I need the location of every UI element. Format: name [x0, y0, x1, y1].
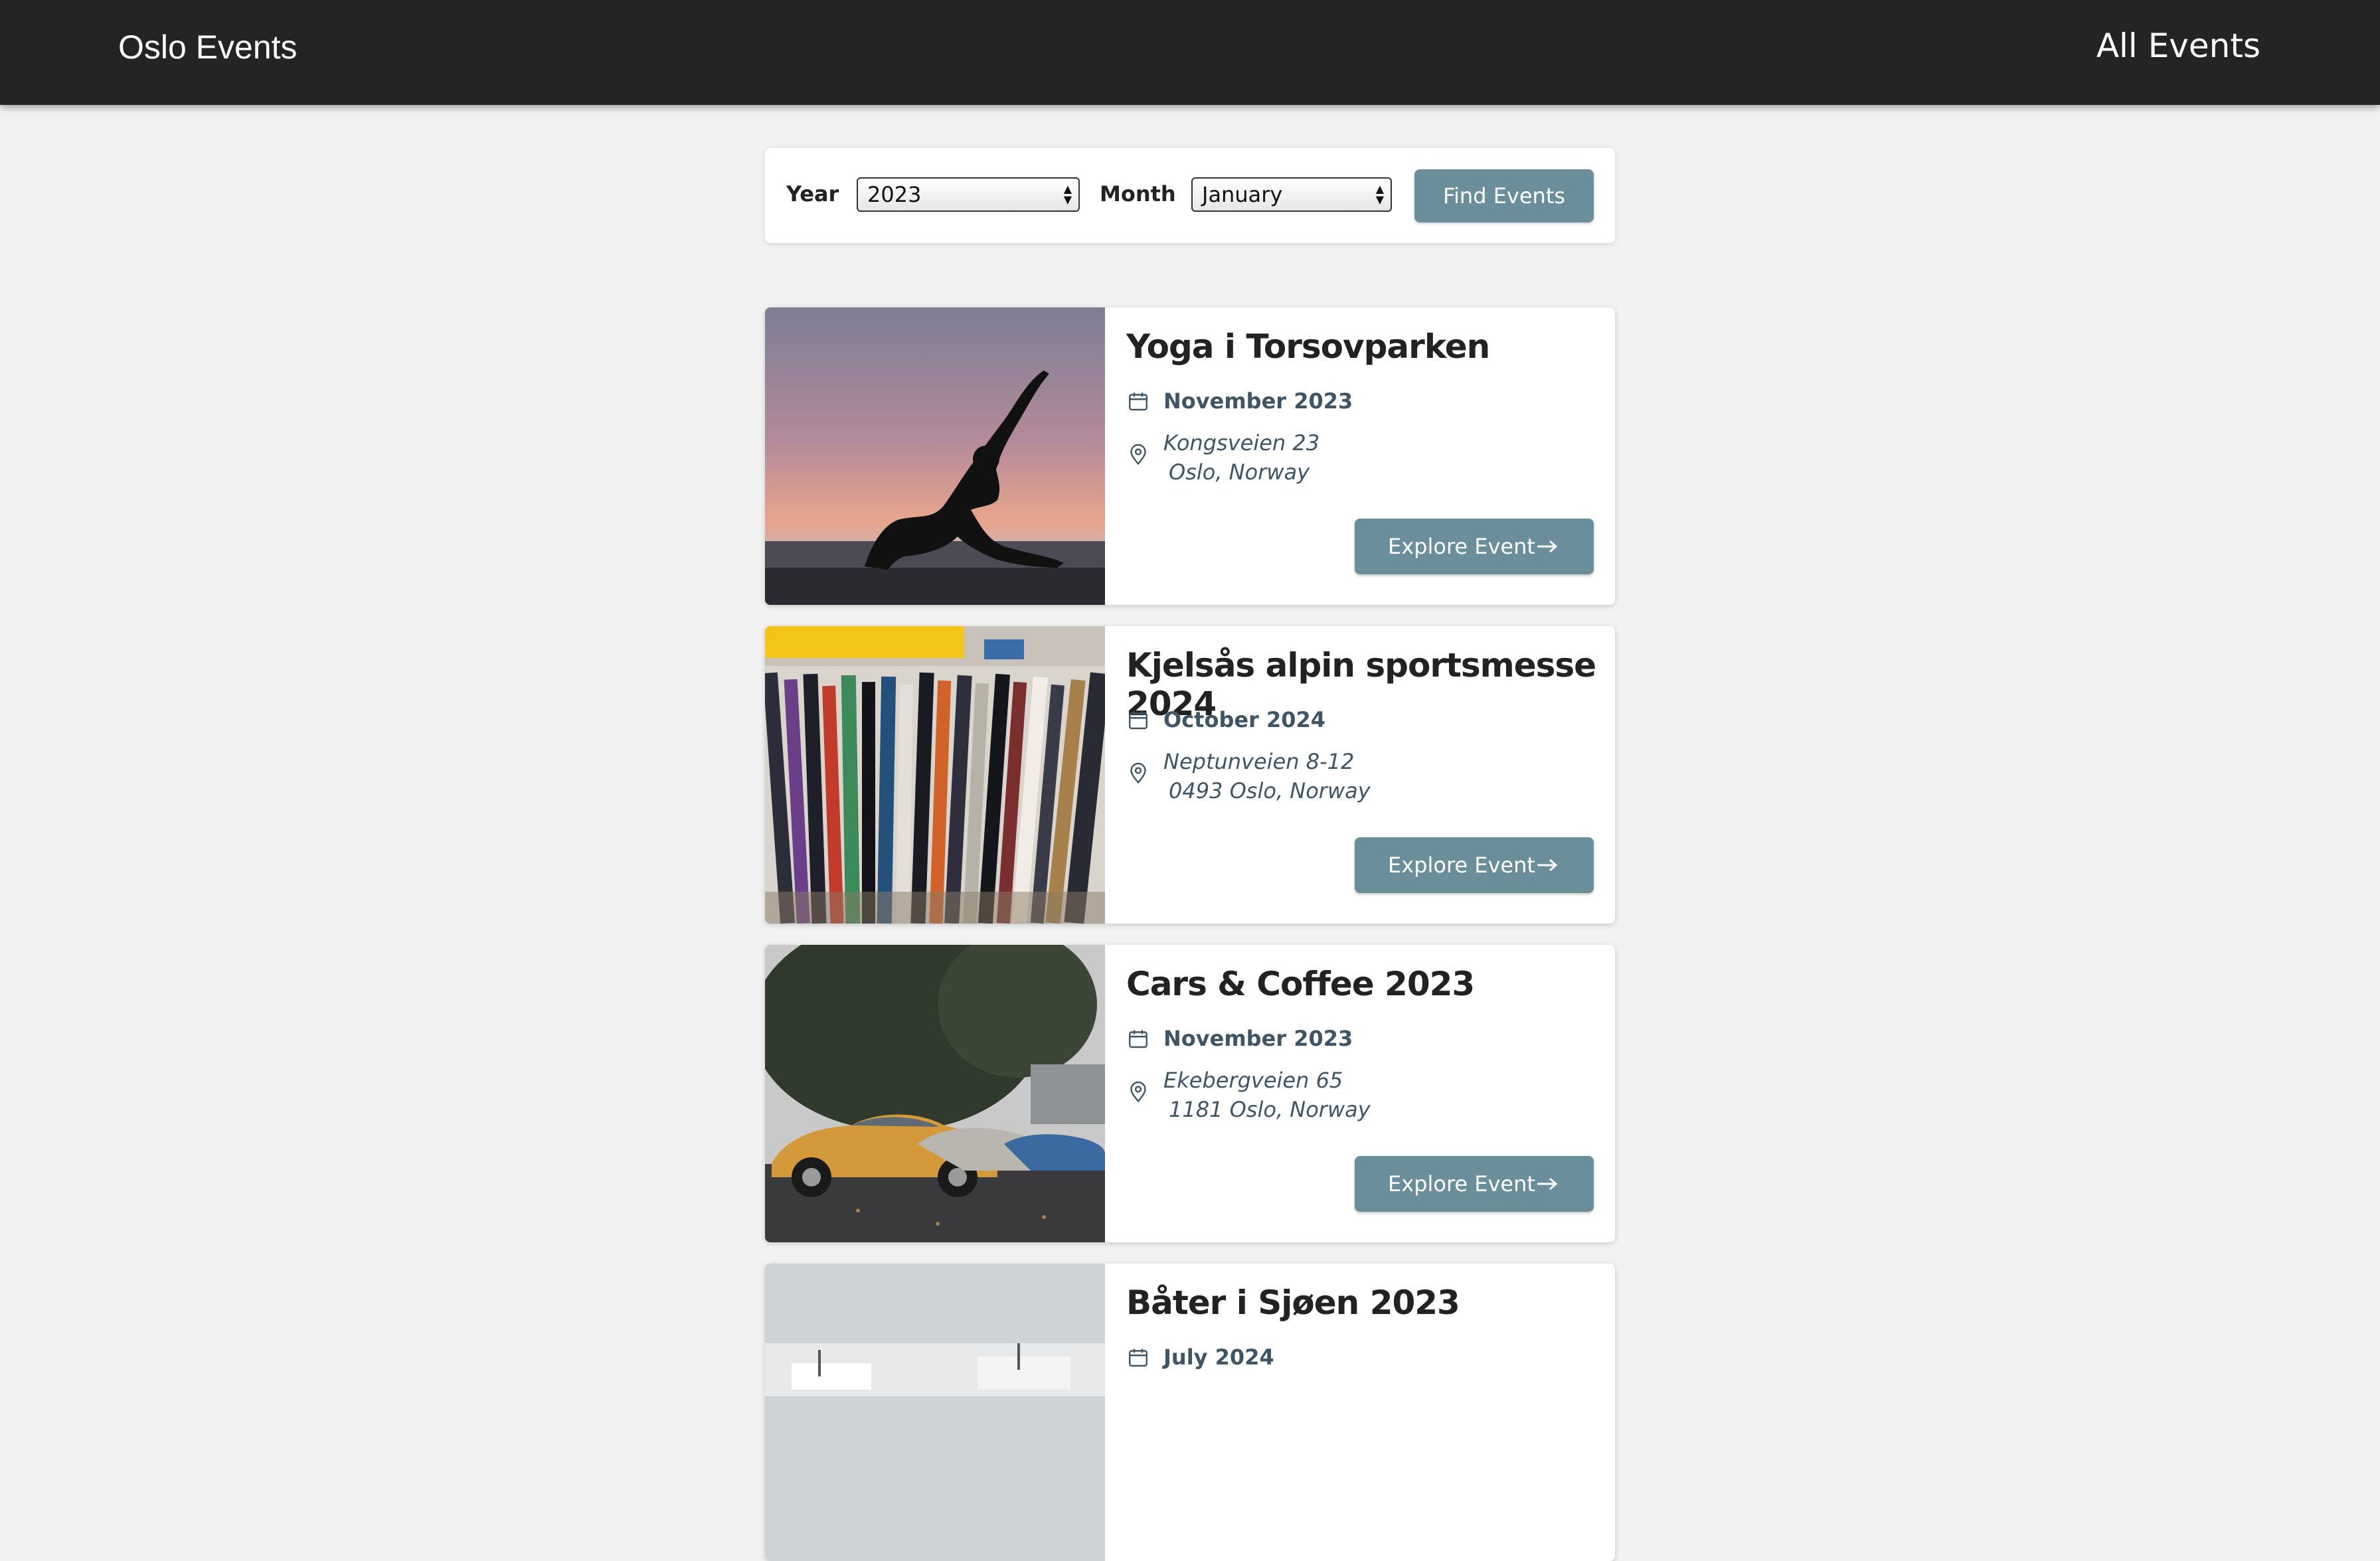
map-pin-icon: [1130, 762, 1146, 784]
filter-panel: Year 2023 ▲ ▼ Month January ▲ ▼ Find Event…: [765, 148, 1615, 243]
map-pin-icon: [1130, 1081, 1146, 1103]
month-select-value: January: [1202, 182, 1283, 207]
explore-event-label: Explore Event: [1388, 534, 1535, 559]
event-card: Cars & Coffee 2023 November 2023 Ekeberg…: [765, 945, 1615, 1242]
event-date-text: October 2024: [1163, 707, 1326, 732]
nav-all-events-link[interactable]: All Events: [2096, 27, 2260, 65]
explore-event-button[interactable]: Explore Event: [1355, 519, 1594, 574]
event-card: Båter i Sjøen 2023 July 2024: [765, 1264, 1615, 1561]
event-title[interactable]: Båter i Sjøen 2023: [1126, 1283, 1460, 1322]
month-select[interactable]: January ▲ ▼: [1191, 177, 1392, 212]
year-select[interactable]: 2023 ▲ ▼: [857, 177, 1080, 212]
event-date-text: November 2023: [1163, 1026, 1353, 1051]
event-address: Neptunveien 8-12 0493 Oslo, Norway: [1163, 747, 1371, 805]
calendar-icon: [1129, 711, 1148, 730]
explore-event-label: Explore Event: [1388, 853, 1535, 878]
address-line-2: 0493 Oslo, Norway: [1169, 778, 1371, 803]
year-select-value: 2023: [867, 182, 922, 207]
select-arrows-icon: ▲ ▼: [1375, 183, 1384, 206]
address-line-1: Neptunveien 8-12: [1163, 749, 1355, 774]
explore-event-button[interactable]: Explore Event: [1355, 837, 1594, 893]
select-arrows-icon: ▲ ▼: [1063, 183, 1072, 206]
event-date-text: November 2023: [1163, 388, 1353, 414]
event-image-yoga[interactable]: [765, 307, 1105, 605]
event-card: Kjelsås alpin sportsmesse 2024 October 2…: [765, 626, 1615, 924]
find-events-button[interactable]: Find Events: [1414, 169, 1594, 222]
calendar-icon: [1129, 1030, 1148, 1048]
address-line-2: 1181 Oslo, Norway: [1169, 1097, 1371, 1122]
calendar-icon: [1129, 1349, 1148, 1367]
event-image-cars[interactable]: [765, 945, 1105, 1242]
month-label: Month: [1100, 181, 1176, 206]
year-label: Year: [786, 181, 839, 206]
calendar-icon: [1129, 392, 1148, 411]
arrow-right-icon: [1537, 540, 1558, 553]
top-navbar: Oslo Events All Events: [0, 0, 2380, 105]
address-line-1: Ekebergveien 65: [1163, 1068, 1343, 1093]
event-location: Ekebergveien 65 1181 Oslo, Norway: [1126, 1066, 1525, 1125]
address-line-2: Oslo, Norway: [1169, 459, 1310, 485]
event-image-boats[interactable]: [765, 1264, 1105, 1561]
event-date-text: July 2024: [1163, 1345, 1274, 1370]
address-line-1: Kongsveien 23: [1163, 430, 1320, 455]
event-image-skis[interactable]: [765, 626, 1105, 924]
map-pin-icon: [1130, 444, 1146, 465]
event-title[interactable]: Cars & Coffee 2023: [1126, 965, 1475, 1003]
event-title[interactable]: Yoga i Torsovparken: [1126, 327, 1490, 366]
arrow-right-icon: [1537, 859, 1558, 872]
explore-event-label: Explore Event: [1388, 1171, 1535, 1196]
event-card: Yoga i Torsovparken November 2023 Kongsv…: [765, 307, 1615, 605]
event-address: Ekebergveien 65 1181 Oslo, Norway: [1163, 1066, 1371, 1124]
arrow-right-icon: [1537, 1177, 1558, 1191]
brand-link[interactable]: Oslo Events: [118, 28, 298, 66]
event-location: Neptunveien 8-12 0493 Oslo, Norway: [1126, 747, 1525, 807]
event-location: Kongsveien 23 Oslo, Norway: [1126, 428, 1525, 488]
event-address: Kongsveien 23 Oslo, Norway: [1163, 428, 1319, 487]
explore-event-button[interactable]: Explore Event: [1355, 1156, 1594, 1212]
